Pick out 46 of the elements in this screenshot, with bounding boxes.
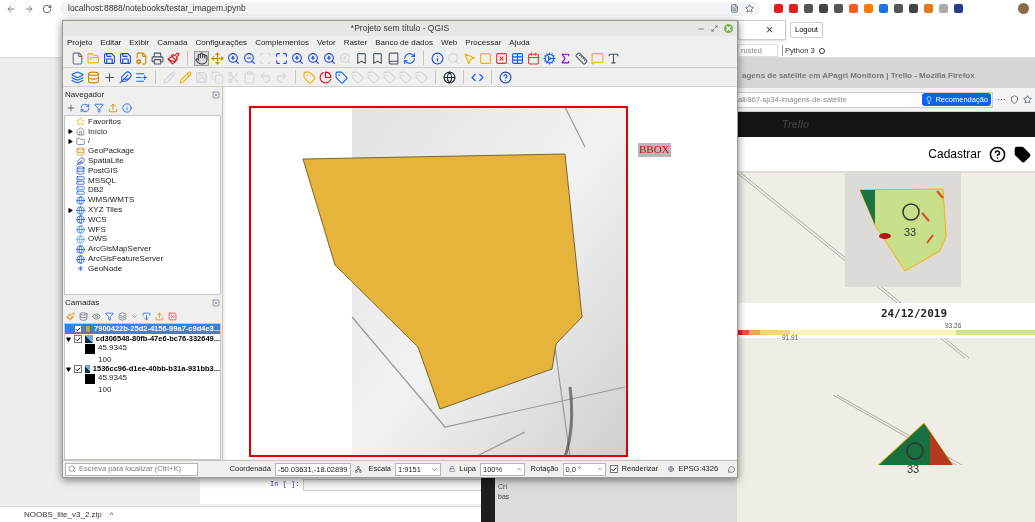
menu-item[interactable]: Configurações [195, 36, 248, 49]
legend-value: 100 [98, 385, 112, 394]
menu-item[interactable]: Web [441, 36, 458, 49]
signup-link[interactable]: Cadastrar [928, 145, 981, 163]
window-title: *Projeto sem título - QGIS [350, 22, 450, 35]
field-label: 33 [904, 225, 917, 240]
more-button[interactable]: ··· [997, 92, 1006, 107]
browser-item[interactable]: PostGIS [65, 166, 120, 176]
browser-item[interactable]: OWS [65, 234, 110, 245]
panel-title: Navegador [65, 89, 105, 101]
menu-item[interactable]: Ajuda [509, 36, 530, 49]
legend-value: 45.9345 [98, 374, 127, 382]
legend-value: 45.9345 [98, 344, 127, 352]
download-menu-button[interactable]: ^ [109, 508, 114, 521]
date-label: 24/12/2019 [879, 306, 948, 322]
menu-item[interactable]: Camada [157, 36, 188, 49]
menu-item[interactable]: Banco de dados [375, 36, 433, 49]
menu-item[interactable]: Raster [343, 36, 368, 49]
map-label: BBOX [638, 143, 671, 157]
browser-item[interactable]: SpatiaLite [65, 156, 126, 166]
browser-item[interactable]: WCS [65, 214, 109, 225]
browser-item[interactable]: Favoritos [65, 117, 123, 127]
menu-item[interactable]: Projeto [67, 36, 93, 49]
browser-item[interactable]: / [65, 136, 93, 147]
browser-item[interactable]: DB2 [65, 185, 106, 196]
browser-item[interactable]: Início [65, 126, 110, 137]
menu-item[interactable]: Processar [465, 36, 502, 49]
menu-item[interactable]: Editar [100, 36, 122, 49]
panel-title: Camadas [65, 297, 100, 309]
menu-item[interactable]: Vetor [316, 36, 336, 49]
close-button[interactable]: × [766, 24, 773, 36]
menu-item[interactable]: Exibir [129, 36, 150, 49]
browser-item[interactable]: GeoPackage [65, 146, 137, 157]
browser-item[interactable]: ArcGisFeatureServer [65, 254, 166, 264]
browser-item[interactable]: WMS/WMTS [65, 195, 137, 206]
legend-value: 100 [98, 355, 112, 364]
browser-item[interactable]: MSSQL [65, 175, 118, 186]
browser-item[interactable]: GeoNode [65, 263, 125, 274]
browser-item[interactable]: XYZ Tiles [65, 205, 125, 215]
browser-item[interactable]: WFS [65, 224, 108, 235]
field-label: 33 [907, 462, 920, 477]
browser-item[interactable]: ArcGisMapServer [65, 244, 154, 255]
address-field[interactable]: localhost:8888/notebooks/testar_imagem.ipynb [60, 1, 760, 16]
download-item[interactable]: NOOBS_lite_v3_2.zip [24, 508, 102, 521]
menu-item[interactable]: Complementos [255, 36, 309, 49]
window-title: agens de satélite em APagri Monitora | Trello - Mozilla Firefox [742, 71, 975, 80]
